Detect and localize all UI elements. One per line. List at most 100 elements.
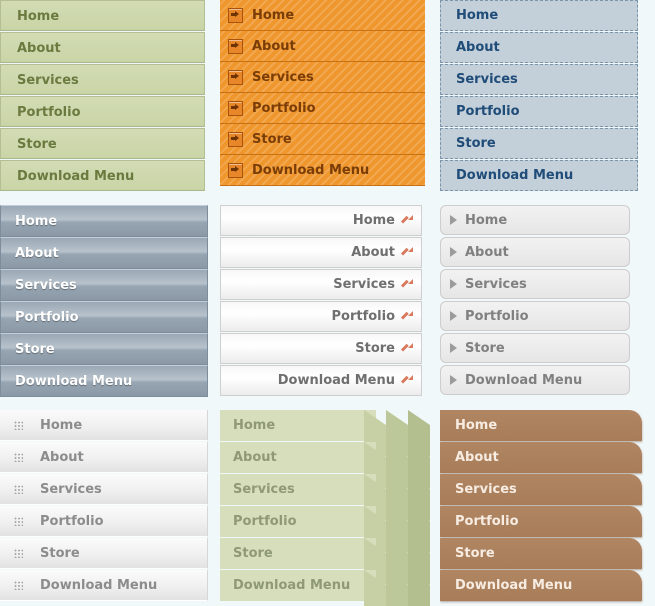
- menu-item[interactable]: Home: [220, 205, 422, 236]
- menu-item[interactable]: Portfolio: [440, 301, 630, 331]
- arrow-right-box-icon: [228, 100, 243, 116]
- menu-item-label: Home: [17, 9, 60, 24]
- menu-item[interactable]: Download Menu: [440, 160, 638, 191]
- menu-item[interactable]: Store: [0, 128, 205, 159]
- triangle-right-icon: [450, 247, 457, 257]
- menu-item[interactable]: Portfolio: [440, 506, 642, 537]
- menu-item[interactable]: Services: [440, 64, 638, 95]
- menu-item[interactable]: About: [440, 32, 638, 63]
- menu-item[interactable]: About: [220, 31, 425, 62]
- menu-cell-green-chevron: Home About Services Portfolio Store Down…: [220, 410, 440, 606]
- menu-item[interactable]: Home: [440, 205, 630, 235]
- dot-grid-icon: [14, 516, 23, 526]
- dot-grid-icon: [14, 484, 23, 494]
- arrow-up-right-icon: [402, 279, 413, 290]
- menu-item[interactable]: Services: [220, 474, 432, 535]
- menu-item[interactable]: Home: [440, 410, 642, 441]
- arrow-right-box-icon: [228, 38, 243, 54]
- orange-striped-menu: Home About Services Portfolio Store Down…: [220, 0, 425, 186]
- menu-item[interactable]: Services: [440, 474, 642, 505]
- menu-item[interactable]: Store: [440, 128, 638, 159]
- rounded-gray-menu: Home About Services Portfolio Store Down…: [440, 205, 630, 395]
- menu-item-label: Download Menu: [233, 578, 351, 593]
- menu-item-label: Portfolio: [252, 100, 316, 116]
- menu-item-label: Download Menu: [456, 168, 574, 183]
- menu-item[interactable]: Portfolio: [0, 506, 208, 537]
- menu-item-label: Download Menu: [465, 372, 583, 388]
- menu-item[interactable]: Services: [0, 64, 205, 95]
- menu-item-label: Store: [455, 546, 495, 561]
- menu-item-label: Portfolio: [15, 310, 79, 325]
- menu-item-label: Portfolio: [465, 308, 529, 324]
- arrow-up-right-icon: [402, 311, 413, 322]
- menu-item[interactable]: Services: [0, 474, 208, 505]
- menu-item[interactable]: Services: [440, 269, 630, 299]
- menu-item-label: Store: [40, 545, 80, 561]
- menu-item-label: Services: [17, 73, 79, 88]
- menu-item[interactable]: About: [440, 237, 630, 267]
- menu-item[interactable]: Download Menu: [220, 155, 425, 186]
- dot-grid-icon: [14, 580, 23, 590]
- menu-item-label: Portfolio: [455, 514, 519, 529]
- menu-item[interactable]: Store: [220, 538, 432, 599]
- menu-item[interactable]: About: [220, 442, 432, 503]
- menu-item-label: Services: [252, 69, 314, 85]
- menu-item[interactable]: Services: [220, 62, 425, 93]
- menu-cell-rounded-gray: Home About Services Portfolio Store Down…: [440, 205, 655, 410]
- menu-item[interactable]: About: [0, 32, 205, 63]
- menu-item[interactable]: Store: [0, 333, 208, 365]
- arrow-right-box-icon: [228, 131, 243, 147]
- green-chevron-menu: Home About Services Portfolio Store Down…: [220, 410, 432, 606]
- menu-item-label: Download Menu: [15, 374, 133, 389]
- menu-item[interactable]: Home: [440, 0, 638, 31]
- menu-item[interactable]: Home: [0, 0, 205, 31]
- menu-item-label: Download Menu: [277, 373, 395, 388]
- menu-item[interactable]: Download Menu: [440, 570, 642, 601]
- arrow-right-box-icon: [228, 7, 243, 23]
- menu-item[interactable]: Services: [220, 269, 422, 300]
- menu-item[interactable]: Services: [0, 269, 208, 301]
- menu-item-label: Home: [456, 8, 499, 23]
- menu-item[interactable]: Portfolio: [220, 301, 422, 332]
- menu-cell-brown-rounded: Home About Services Portfolio Store Down…: [440, 410, 655, 606]
- menu-item-label: Download Menu: [17, 169, 135, 184]
- menu-item[interactable]: Download Menu: [0, 570, 208, 601]
- menu-item[interactable]: About: [440, 442, 642, 473]
- menu-item[interactable]: Home: [0, 410, 208, 441]
- menu-item[interactable]: Download Menu: [220, 570, 432, 606]
- menu-item[interactable]: About: [220, 237, 422, 268]
- arrow-up-right-icon: [402, 215, 413, 226]
- menu-item-label: Services: [15, 278, 77, 293]
- dot-grid-icon: [14, 452, 23, 462]
- menu-item-label: Services: [455, 482, 517, 497]
- dot-grid-icon: [14, 420, 23, 430]
- menu-item[interactable]: Home: [0, 205, 208, 237]
- menu-item[interactable]: Store: [0, 538, 208, 569]
- menu-item-label: Store: [355, 341, 395, 356]
- menu-item[interactable]: Store: [220, 333, 422, 364]
- menu-item[interactable]: About: [0, 442, 208, 473]
- arrow-up-right-icon: [402, 343, 413, 354]
- menu-item[interactable]: Store: [440, 333, 630, 363]
- menu-item-label: Home: [465, 212, 508, 228]
- menu-item[interactable]: Download Menu: [440, 365, 630, 395]
- menu-item-label: Portfolio: [40, 513, 104, 529]
- menu-item[interactable]: Portfolio: [220, 506, 432, 567]
- menu-item-label: About: [456, 40, 500, 55]
- menu-item[interactable]: Download Menu: [0, 160, 205, 191]
- menu-item[interactable]: Portfolio: [440, 96, 638, 127]
- menu-item[interactable]: Download Menu: [0, 365, 208, 397]
- menu-item-label: Services: [465, 276, 527, 292]
- menu-item[interactable]: Portfolio: [220, 93, 425, 124]
- menu-item-label: Portfolio: [331, 309, 395, 324]
- menu-item[interactable]: Store: [440, 538, 642, 569]
- menu-item[interactable]: Portfolio: [0, 301, 208, 333]
- menu-item[interactable]: Download Menu: [220, 365, 422, 396]
- menu-item-label: Download Menu: [252, 162, 370, 178]
- menu-item[interactable]: Home: [220, 0, 425, 31]
- menu-item[interactable]: Home: [220, 410, 432, 471]
- menu-item[interactable]: About: [0, 237, 208, 269]
- menu-item[interactable]: Store: [220, 124, 425, 155]
- menu-item-label: Home: [40, 417, 83, 433]
- menu-item[interactable]: Portfolio: [0, 96, 205, 127]
